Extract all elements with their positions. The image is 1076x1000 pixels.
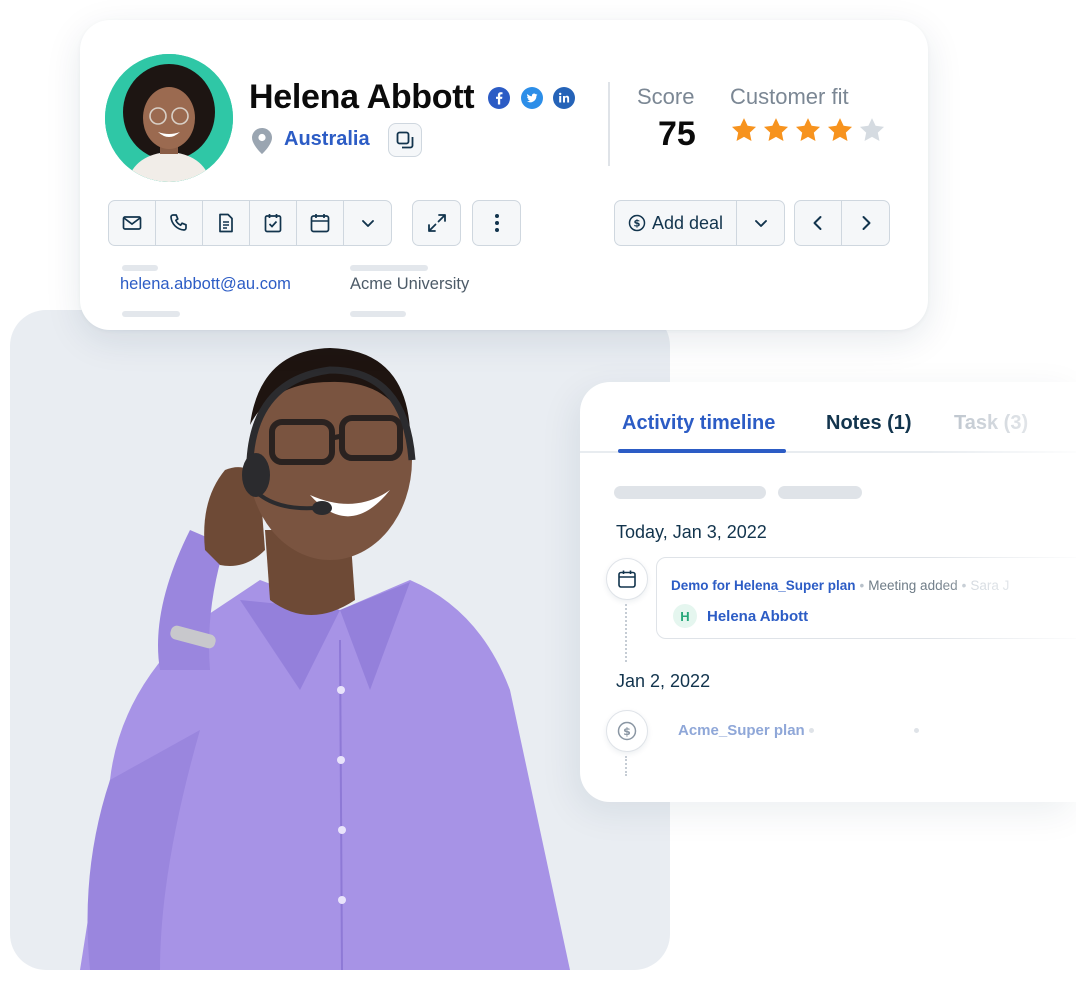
note-icon — [219, 213, 233, 233]
communication-toolbar — [108, 200, 392, 246]
more-options-inner[interactable] — [473, 201, 520, 245]
event-summary: Demo for Helena_Super plan • Meeting added… — [671, 578, 1009, 593]
timeline-event-card[interactable]: Demo for Helena_Super plan • Meeting added… — [656, 557, 1076, 639]
expand-icon — [427, 214, 446, 232]
star-empty-icon — [858, 116, 886, 144]
tab-notes[interactable]: Notes (1) — [826, 412, 912, 435]
contact-avatar[interactable] — [105, 54, 233, 182]
chevron-down-icon — [361, 220, 374, 227]
add-deal-label: Add deal — [651, 212, 724, 233]
dollar-coin-icon: $ — [628, 214, 646, 232]
separator-dot: • — [961, 578, 967, 593]
contact-name: Helena Abbott — [249, 78, 475, 116]
more-actions-dropdown[interactable] — [344, 201, 391, 245]
attendee-name: Helena Abbott — [707, 607, 809, 625]
more-options-button[interactable] — [472, 200, 521, 246]
hero-photo-backdrop — [10, 310, 670, 970]
contact-card: Helena Abbott Australia Score 75 Custome… — [80, 20, 928, 330]
star-filled-icon — [794, 116, 822, 144]
calendar-icon — [310, 214, 330, 233]
customer-fit-label: Customer fit — [730, 84, 849, 109]
chevron-down-icon — [754, 220, 767, 227]
contact-email[interactable]: helena.abbott@au.com — [120, 275, 291, 294]
phone-icon — [170, 214, 187, 231]
timeline-meeting-marker — [606, 558, 648, 600]
company-field-label-placeholder — [350, 265, 428, 271]
svg-text:$: $ — [633, 219, 640, 230]
copy-button[interactable] — [388, 123, 422, 157]
svg-text:$: $ — [623, 725, 631, 738]
separator-dot — [914, 728, 919, 733]
calendar-icon — [618, 570, 636, 588]
task-icon — [264, 214, 282, 233]
customer-fit-rating — [730, 116, 886, 144]
score-label: Score — [637, 84, 695, 109]
star-filled-icon — [762, 116, 790, 144]
timeline-event-card[interactable]: Acme_Super plan — [656, 704, 1076, 758]
twitter-icon[interactable] — [521, 87, 543, 109]
timeline-date-heading: Today, Jan 3, 2022 — [616, 522, 767, 542]
activity-card: Activity timeline Notes (1) Task (3) Tod… — [580, 382, 1076, 802]
event-title[interactable]: Acme_Super plan — [678, 722, 805, 739]
linkedin-icon[interactable] — [553, 87, 575, 109]
contact-location[interactable]: Australia — [284, 128, 370, 151]
schedule-meeting-button[interactable] — [297, 201, 344, 245]
timeline-connector — [625, 756, 627, 776]
contact-company[interactable]: Acme University — [350, 275, 469, 294]
email-field-meta-placeholder — [122, 311, 180, 317]
expand-button-inner[interactable] — [413, 201, 460, 245]
active-tab-indicator — [618, 449, 786, 453]
add-deal-dropdown[interactable] — [737, 201, 784, 245]
tab-activity-timeline[interactable]: Activity timeline — [622, 412, 775, 435]
copy-icon — [396, 131, 414, 149]
timeline-deal-marker: $ — [606, 710, 648, 752]
separator-dot — [809, 728, 814, 733]
star-filled-icon — [826, 116, 854, 144]
timeline-date-heading: Jan 2, 2022 — [616, 671, 711, 691]
chevron-left-icon — [813, 216, 822, 230]
event-type: Meeting added — [868, 578, 958, 593]
add-deal-button[interactable]: $ Add deal — [615, 201, 737, 245]
call-button[interactable] — [156, 201, 203, 245]
add-note-button[interactable] — [203, 201, 250, 245]
loading-placeholder — [778, 486, 862, 499]
record-navigation — [794, 200, 890, 246]
add-deal-split-button: $ Add deal — [614, 200, 785, 246]
email-field-label-placeholder — [122, 265, 158, 271]
email-icon — [122, 216, 142, 230]
header-divider — [608, 82, 610, 166]
attendee-avatar: H — [673, 604, 697, 628]
timeline-connector — [625, 604, 627, 662]
vertical-dots-icon — [494, 214, 499, 232]
support-agent-photo — [80, 348, 570, 970]
previous-record-button[interactable] — [795, 201, 842, 245]
facebook-icon[interactable] — [488, 87, 510, 109]
email-button[interactable] — [109, 201, 156, 245]
loading-placeholder — [614, 486, 766, 499]
chevron-right-icon — [862, 216, 870, 230]
expand-button[interactable] — [412, 200, 461, 246]
dollar-coin-icon: $ — [617, 721, 637, 741]
star-filled-icon — [730, 116, 758, 144]
separator-dot: • — [859, 578, 865, 593]
event-attendee[interactable]: H Helena Abbott — [673, 604, 808, 628]
location-pin-icon — [252, 128, 272, 154]
tab-tasks[interactable]: Task (3) — [954, 412, 1028, 435]
add-task-button[interactable] — [250, 201, 297, 245]
event-owner: Sara J — [970, 578, 1010, 593]
company-field-meta-placeholder — [350, 311, 406, 317]
next-record-button[interactable] — [842, 201, 889, 245]
event-title[interactable]: Demo for Helena_Super plan — [671, 578, 856, 593]
score-value: 75 — [658, 115, 696, 153]
